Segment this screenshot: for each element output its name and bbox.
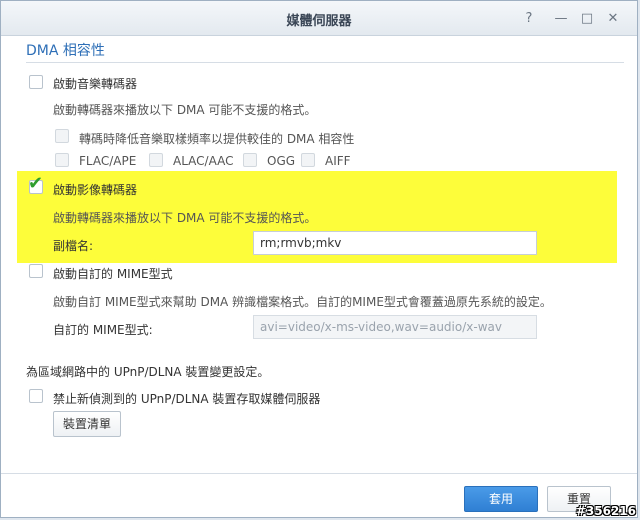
music-transcoder-label: 啟動音樂轉碼器 bbox=[53, 77, 138, 91]
format-flac-checkbox[interactable] bbox=[55, 153, 69, 167]
custom-mime-field-label: 自訂的 MIME型式: bbox=[53, 323, 153, 337]
downsample-label: 轉碼時降低音樂取樣頻率以提供較佳的 DMA 相容性 bbox=[79, 132, 355, 146]
video-transcoder-desc: 啟動轉碼器來播放以下 DMA 可能不支援的格式。 bbox=[53, 211, 317, 225]
media-server-window: 媒體伺服器 ? — □ ✕ DMA 相容性 啟動音樂轉碼器 啟動轉碼器來播放以下… bbox=[0, 0, 638, 518]
title-bar: 媒體伺服器 ? — □ ✕ bbox=[1, 1, 637, 36]
footer-divider bbox=[1, 473, 637, 474]
custom-mime-input[interactable]: avi=video/x-ms-video,wav=audio/x-wav bbox=[253, 315, 537, 339]
custom-mime-label: 啟動自訂的 MIME型式 bbox=[53, 267, 173, 281]
block-new-devices-checkbox[interactable] bbox=[29, 389, 43, 403]
checkmark-icon: ✔ bbox=[28, 173, 44, 194]
downsample-checkbox[interactable] bbox=[55, 129, 69, 143]
section-divider bbox=[26, 62, 624, 63]
minimize-icon[interactable]: — bbox=[551, 8, 571, 28]
video-transcoder-label: 啟動影像轉碼器 bbox=[53, 183, 138, 197]
maximize-icon[interactable]: □ bbox=[577, 8, 597, 28]
music-transcoder-desc: 啟動轉碼器來播放以下 DMA 可能不支援的格式。 bbox=[53, 103, 317, 117]
format-flac-label: FLAC/APE bbox=[79, 154, 137, 168]
format-alac-checkbox[interactable] bbox=[149, 153, 163, 167]
apply-button[interactable]: 套用 bbox=[464, 486, 538, 512]
help-icon[interactable]: ? bbox=[519, 8, 539, 28]
extension-input[interactable]: rm;rmvb;mkv bbox=[253, 231, 537, 255]
custom-mime-checkbox[interactable] bbox=[29, 264, 43, 278]
window-title: 媒體伺服器 bbox=[286, 14, 352, 29]
format-aiff-checkbox[interactable] bbox=[301, 153, 315, 167]
format-aiff-label: AIFF bbox=[325, 154, 351, 168]
format-alac-label: ALAC/AAC bbox=[173, 154, 234, 168]
device-list-button[interactable]: 裝置清單 bbox=[53, 411, 121, 437]
format-ogg-checkbox[interactable] bbox=[243, 153, 257, 167]
extension-label: 副檔名: bbox=[53, 239, 94, 253]
music-transcoder-checkbox[interactable] bbox=[29, 75, 43, 89]
watermark: #356216 bbox=[575, 504, 636, 518]
custom-mime-desc: 啟動自訂 MIME型式來幫助 DMA 辨識檔案格式。自訂的MIME型式會覆蓋過原… bbox=[53, 295, 552, 309]
format-ogg-label: OGG bbox=[267, 154, 296, 168]
section-title: DMA 相容性 bbox=[26, 43, 105, 59]
block-new-devices-label: 禁止新偵測到的 UPnP/DLNA 裝置存取媒體伺服器 bbox=[53, 392, 321, 406]
upnp-intro: 為區域網路中的 UPnP/DLNA 裝置變更設定。 bbox=[26, 365, 270, 379]
settings-panel: DMA 相容性 啟動音樂轉碼器 啟動轉碼器來播放以下 DMA 可能不支援的格式。… bbox=[13, 35, 627, 471]
close-icon[interactable]: ✕ bbox=[603, 8, 623, 28]
